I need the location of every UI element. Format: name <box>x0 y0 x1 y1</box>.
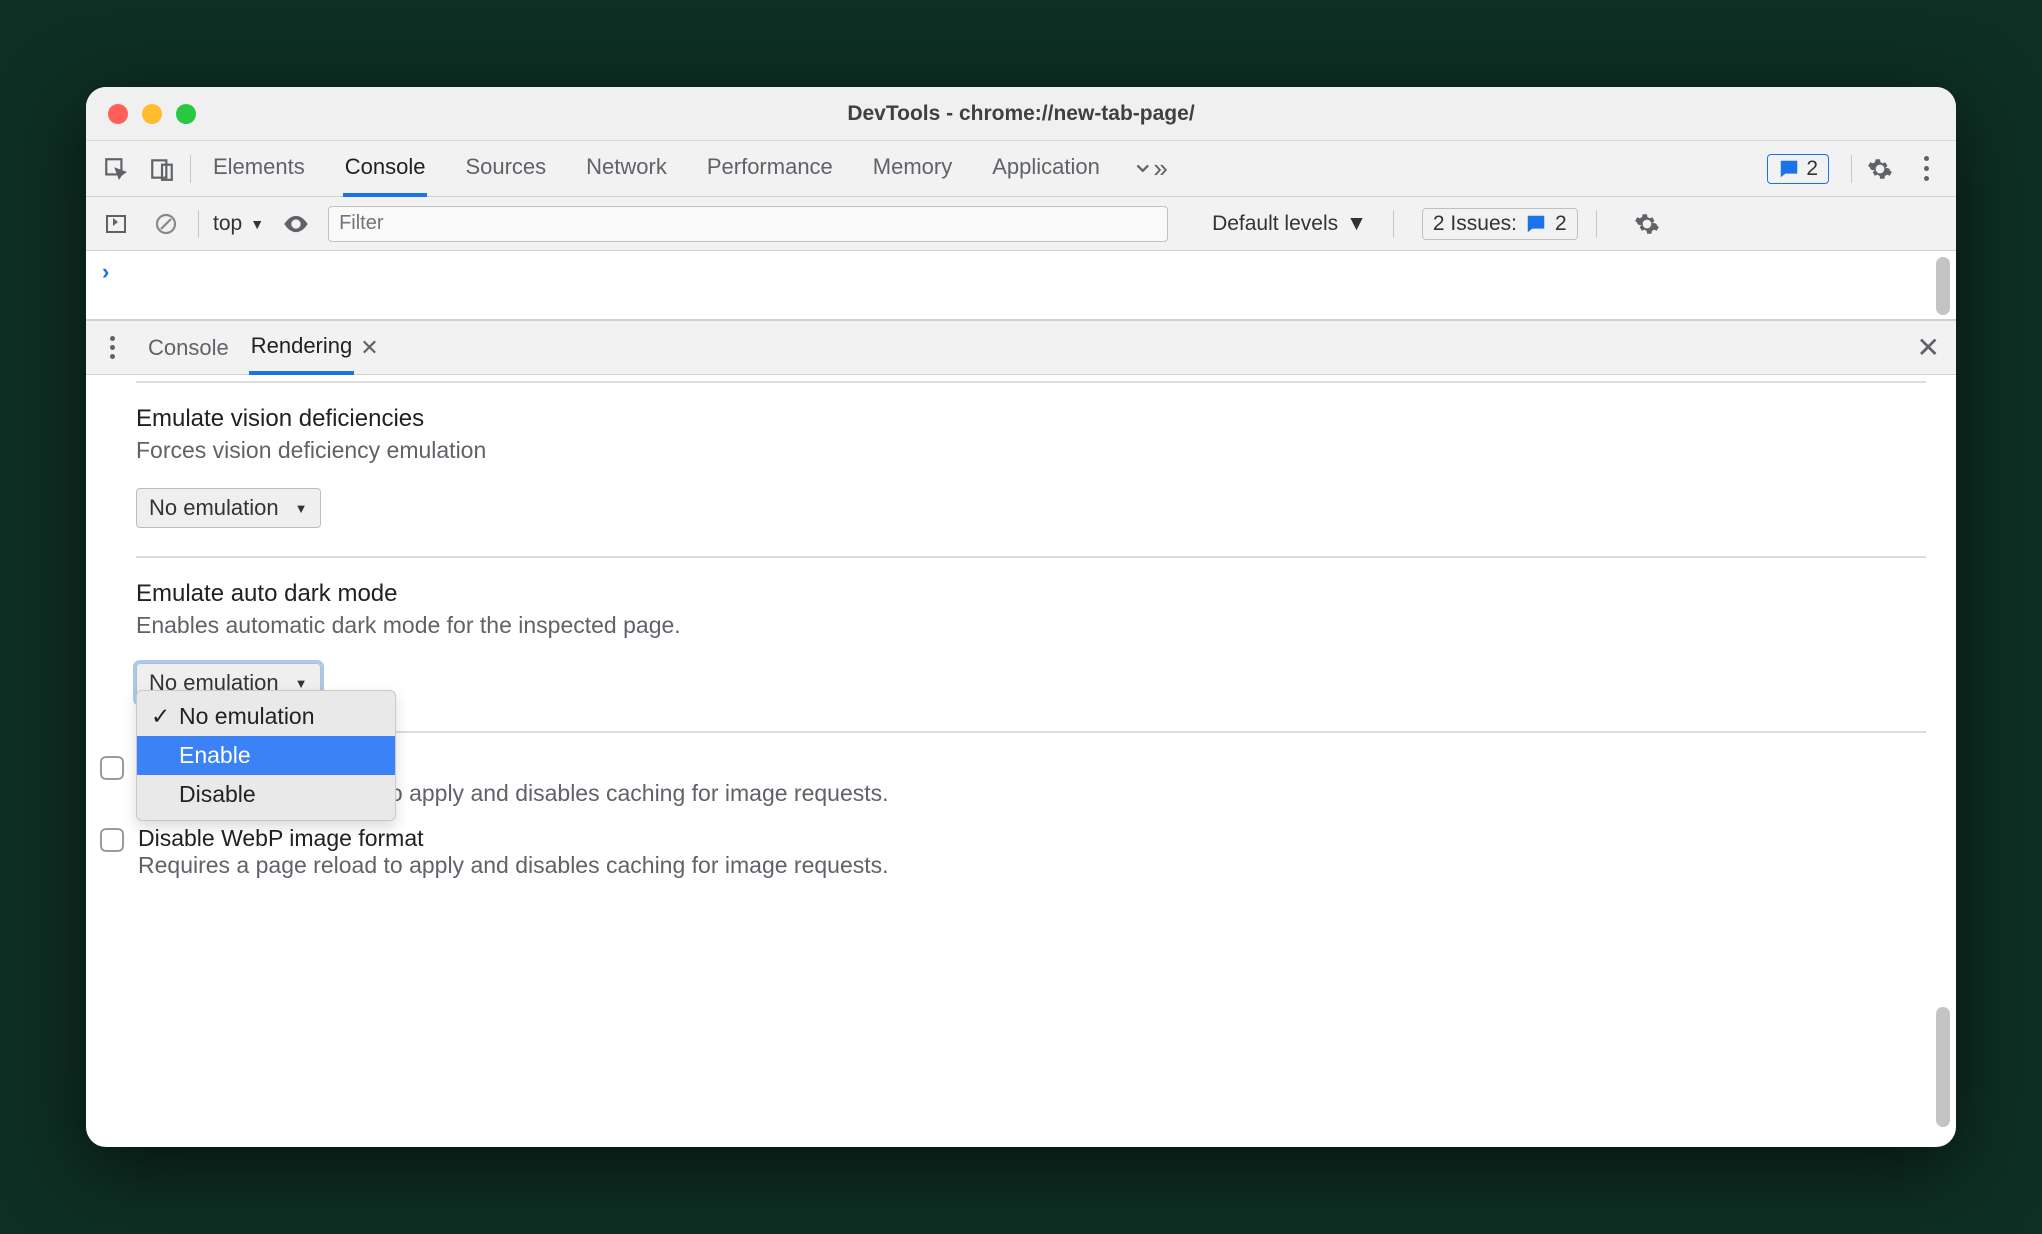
drawer-tab-console[interactable]: Console <box>146 323 231 373</box>
inspect-element-icon[interactable] <box>98 151 134 187</box>
more-tabs-icon[interactable]: » <box>1132 151 1168 187</box>
tab-application[interactable]: Application <box>990 141 1102 197</box>
tab-performance[interactable]: Performance <box>705 141 835 197</box>
dropdown-triangle-icon: ▼ <box>295 501 308 516</box>
divider <box>1393 210 1394 238</box>
maximize-window-button[interactable] <box>176 104 196 124</box>
dropdown-triangle-icon: ▼ <box>295 676 308 691</box>
webp-checkbox[interactable] <box>100 828 124 852</box>
issues-counter[interactable]: 2 Issues: 2 <box>1422 208 1578 240</box>
divider <box>190 155 191 183</box>
window-title: DevTools - chrome://new-tab-page/ <box>86 102 1956 126</box>
levels-label: Default levels <box>1212 212 1338 236</box>
option-label: Enable <box>179 742 251 769</box>
dropdown-option-enable[interactable]: Enable <box>137 736 395 775</box>
settings-gear-icon[interactable] <box>1862 151 1898 187</box>
close-drawer-icon[interactable]: ✕ <box>1917 331 1940 364</box>
context-label: top <box>213 212 242 236</box>
live-expression-eye-icon[interactable] <box>278 206 314 242</box>
webp-desc: Requires a page reload to apply and disa… <box>138 852 889 879</box>
context-selector[interactable]: top ▼ <box>213 212 264 236</box>
section-desc: Forces vision deficiency emulation <box>136 437 1926 464</box>
section-auto-dark-mode: Emulate auto dark mode Enables automatic… <box>136 558 1926 733</box>
rendering-panel: Emulate vision deficiencies Forces visio… <box>86 375 1956 1147</box>
minimize-window-button[interactable] <box>142 104 162 124</box>
dropdown-option-disable[interactable]: Disable <box>137 775 395 814</box>
section-desc: Enables automatic dark mode for the insp… <box>136 612 1926 639</box>
select-value: No emulation <box>149 495 279 521</box>
traffic-lights <box>108 104 196 124</box>
issues-label: 2 Issues: <box>1433 212 1517 236</box>
main-tabstrip: Elements Console Sources Network Perform… <box>86 141 1956 197</box>
section-title: Emulate vision deficiencies <box>136 405 1926 433</box>
section-title: Emulate auto dark mode <box>136 580 1926 608</box>
dropdown-triangle-icon: ▼ <box>1346 212 1367 236</box>
console-toolbar: top ▼ Default levels ▼ 2 Issues: 2 <box>86 197 1956 251</box>
row-disable-webp: Disable WebP image format Requires a pag… <box>100 825 1926 879</box>
messages-count: 2 <box>1806 157 1818 181</box>
log-levels-selector[interactable]: Default levels ▼ <box>1212 212 1367 236</box>
dropdown-option-no-emulation[interactable]: ✓ No emulation <box>137 697 395 736</box>
more-menu-icon[interactable] <box>1908 151 1944 187</box>
tab-network[interactable]: Network <box>584 141 669 197</box>
scrollbar-thumb[interactable] <box>1936 257 1950 315</box>
console-prompt[interactable]: › <box>86 251 1956 321</box>
tab-sources[interactable]: Sources <box>463 141 548 197</box>
message-icon <box>1778 158 1800 180</box>
drawer-tab-rendering[interactable]: Rendering <box>249 321 355 375</box>
issues-count: 2 <box>1555 212 1567 236</box>
devtools-window: DevTools - chrome://new-tab-page/ Elemen… <box>86 87 1956 1147</box>
option-label: No emulation <box>179 703 315 730</box>
drawer-tabstrip: Console Rendering ✕ ✕ <box>86 321 1956 375</box>
clear-console-icon[interactable] <box>148 206 184 242</box>
close-window-button[interactable] <box>108 104 128 124</box>
drawer-menu-icon[interactable] <box>96 336 128 359</box>
vision-deficiency-select[interactable]: No emulation ▼ <box>136 488 321 528</box>
dark-mode-dropdown: ✓ No emulation Enable Disable <box>136 690 396 821</box>
check-icon: ✓ <box>151 703 169 730</box>
scrollbar-thumb[interactable] <box>1936 1007 1950 1127</box>
tab-elements[interactable]: Elements <box>211 141 307 197</box>
option-label: Disable <box>179 781 256 808</box>
tab-memory[interactable]: Memory <box>871 141 954 197</box>
dropdown-triangle-icon: ▼ <box>250 216 264 232</box>
avif-checkbox[interactable] <box>100 756 124 780</box>
filter-input[interactable] <box>328 206 1168 242</box>
divider <box>1851 155 1852 183</box>
tab-console[interactable]: Console <box>343 141 428 197</box>
console-settings-gear-icon[interactable] <box>1629 206 1665 242</box>
webp-title: Disable WebP image format <box>138 825 889 852</box>
device-toolbar-icon[interactable] <box>144 151 180 187</box>
messages-badge[interactable]: 2 <box>1767 154 1829 184</box>
close-tab-icon[interactable]: ✕ <box>360 335 378 361</box>
titlebar: DevTools - chrome://new-tab-page/ <box>86 87 1956 141</box>
toggle-sidebar-icon[interactable] <box>98 206 134 242</box>
section-vision-deficiencies: Emulate vision deficiencies Forces visio… <box>136 381 1926 558</box>
prompt-caret-icon: › <box>102 259 109 285</box>
divider <box>1596 210 1597 238</box>
panel-tabs: Elements Console Sources Network Perform… <box>211 141 1102 197</box>
message-icon <box>1525 213 1547 235</box>
divider <box>198 210 199 238</box>
